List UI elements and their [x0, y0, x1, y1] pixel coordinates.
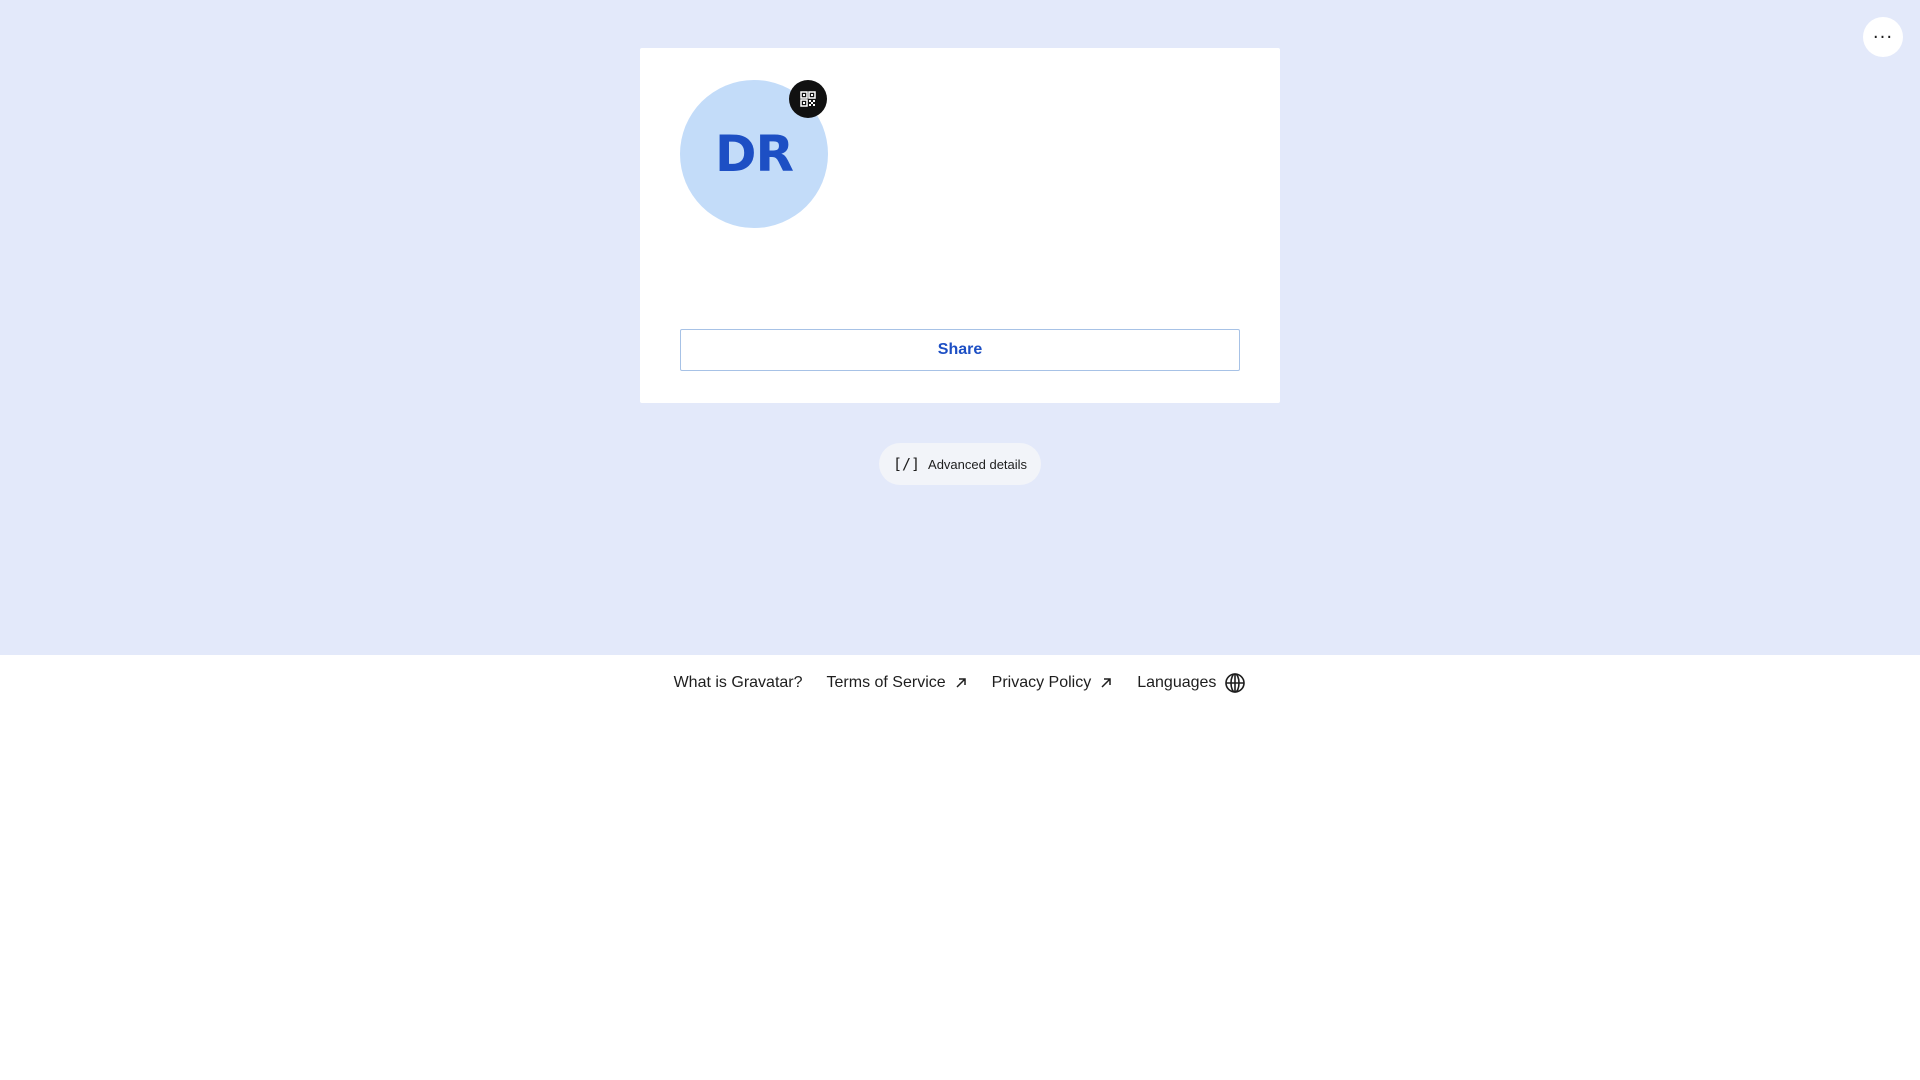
footer: What is Gravatar? Terms of Service Priva…: [0, 655, 1920, 710]
footer-link-label: Privacy Policy: [991, 673, 1092, 691]
more-options-button[interactable]: ···: [1863, 17, 1903, 57]
footer-link-languages[interactable]: Languages: [1137, 672, 1246, 694]
code-icon: [/]: [892, 455, 921, 473]
external-link-icon: [1101, 677, 1111, 688]
advanced-details-button[interactable]: [/] Advanced details: [879, 443, 1041, 485]
globe-icon: [1225, 672, 1246, 693]
share-button[interactable]: Share: [680, 329, 1240, 371]
footer-link-privacy[interactable]: Privacy Policy: [992, 674, 1114, 692]
more-horizontal-icon: ···: [1872, 26, 1894, 48]
footer-link-what-is-gravatar[interactable]: What is Gravatar?: [674, 674, 803, 692]
footer-link-terms[interactable]: Terms of Service: [827, 674, 968, 692]
qr-code-button[interactable]: [789, 80, 827, 118]
advanced-details-label: Advanced details: [928, 456, 1028, 472]
avatar-initials: DR: [714, 125, 794, 183]
footer-link-label: Languages: [1137, 673, 1217, 691]
footer-link-label: Terms of Service: [826, 673, 946, 691]
footer-link-label: What is Gravatar?: [673, 673, 803, 691]
profile-card: DR Share: [640, 48, 1280, 403]
hero-background: ··· DR Share [/] Advanced details: [0, 0, 1920, 655]
qr-code-icon: [800, 91, 816, 107]
external-link-icon: [956, 677, 966, 688]
